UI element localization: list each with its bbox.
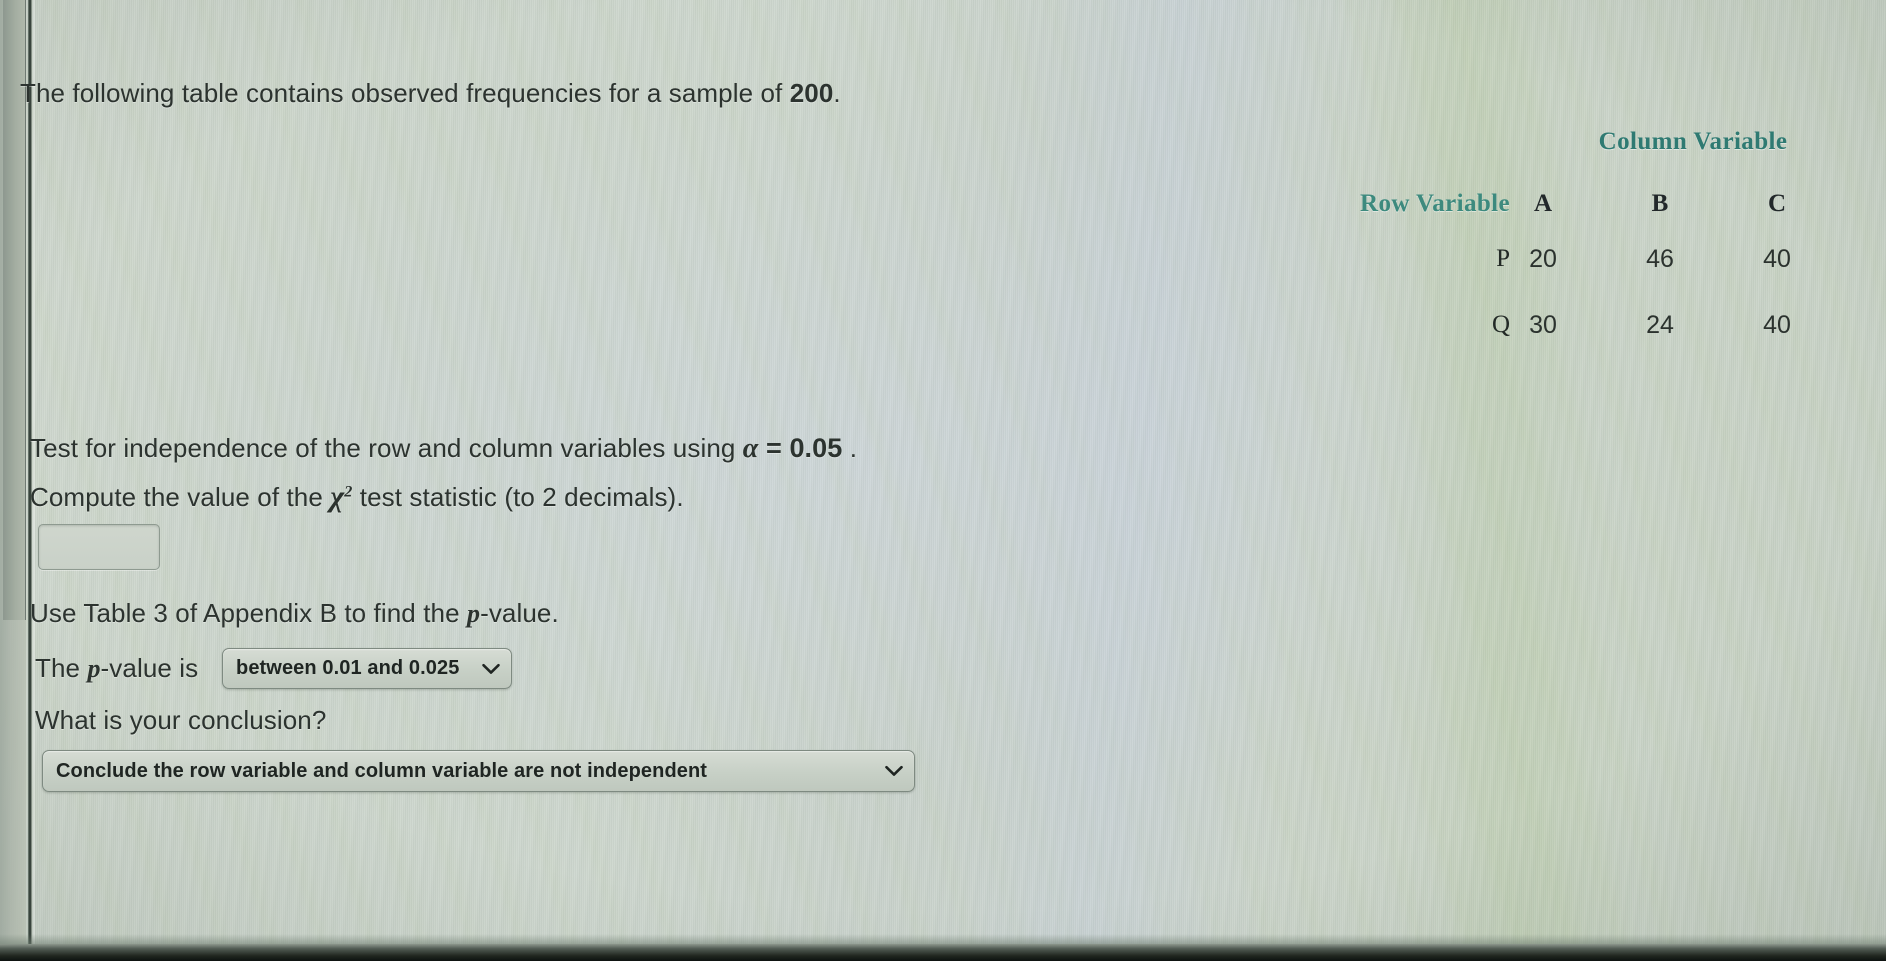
instruction-text-after: . <box>842 433 858 463</box>
intro-text: The following table contains observed fr… <box>20 78 841 109</box>
conclusion-select[interactable]: Conclude the row variable and column var… <box>42 750 915 792</box>
chevron-down-icon <box>481 662 501 676</box>
table-column-variable-header: Column Variable <box>1598 128 1788 155</box>
instruction-text-before: Test for independence of the row and col… <box>30 433 743 463</box>
table-row-variable-header: Row Variable <box>1360 190 1510 217</box>
table-column-header-a: A <box>1533 190 1553 217</box>
sample-size-value: 200 <box>789 78 834 108</box>
table-row-label-p: P <box>1496 245 1510 272</box>
pvalue-label-after: -value is <box>100 653 199 683</box>
alpha-value: 0.05 <box>789 433 843 463</box>
screenshot-root: The following table contains observed fr… <box>0 0 1886 961</box>
alpha-equals: = <box>758 433 790 463</box>
table-column-header-c: C <box>1767 190 1787 217</box>
table-cell-p-a: 20 <box>1529 245 1557 273</box>
conclusion-question-text: What is your conclusion? <box>35 705 327 735</box>
pvalue-select-value: between 0.01 and 0.025 <box>236 657 460 679</box>
compute-text-before: Compute the value of the <box>30 482 331 512</box>
compute-statistic-text: Compute the value of the χ2 test statist… <box>30 480 684 514</box>
alpha-symbol: α <box>742 433 759 464</box>
table-cell-q-b: 24 <box>1646 311 1674 339</box>
chevron-down-icon <box>884 764 904 778</box>
appendix-text-after: -value. <box>480 598 559 628</box>
appendix-reference-text: Use Table 3 of Appendix B to find the p-… <box>30 598 559 629</box>
appendix-text-mid: of Appendix B to find the <box>167 598 467 628</box>
table-cell-p-c: 40 <box>1763 245 1791 273</box>
table-cell-q-c: 40 <box>1763 311 1791 339</box>
p-italic-symbol-1: p <box>466 599 481 628</box>
p-italic-symbol-2: p <box>87 654 101 683</box>
pvalue-label: The p-value is <box>35 653 198 684</box>
independence-instruction-text: Test for independence of the row and col… <box>30 433 857 465</box>
compute-text-after: test statistic (to 2 decimals). <box>352 482 684 512</box>
question-content: The following table contains observed fr… <box>0 0 1886 961</box>
intro-text-after: . <box>833 78 841 108</box>
table-column-header-b: B <box>1651 190 1669 217</box>
pvalue-label-before: The <box>35 653 88 683</box>
appendix-table-number: 3 <box>153 598 168 628</box>
chi-symbol: χ <box>330 480 345 513</box>
monitor-bottom-bezel <box>0 944 1886 961</box>
monitor-bezel-shadow <box>0 934 1886 944</box>
table-cell-p-b: 46 <box>1646 245 1674 273</box>
conclusion-select-value: Conclude the row variable and column var… <box>56 759 708 782</box>
appendix-text-before: Use Table <box>30 598 154 628</box>
chi-square-input[interactable] <box>38 524 160 570</box>
table-cell-q-a: 30 <box>1529 311 1557 339</box>
intro-text-before: The following table contains observed fr… <box>20 78 790 108</box>
table-row-label-q: Q <box>1491 311 1510 338</box>
pvalue-select[interactable]: between 0.01 and 0.025 <box>222 648 512 689</box>
